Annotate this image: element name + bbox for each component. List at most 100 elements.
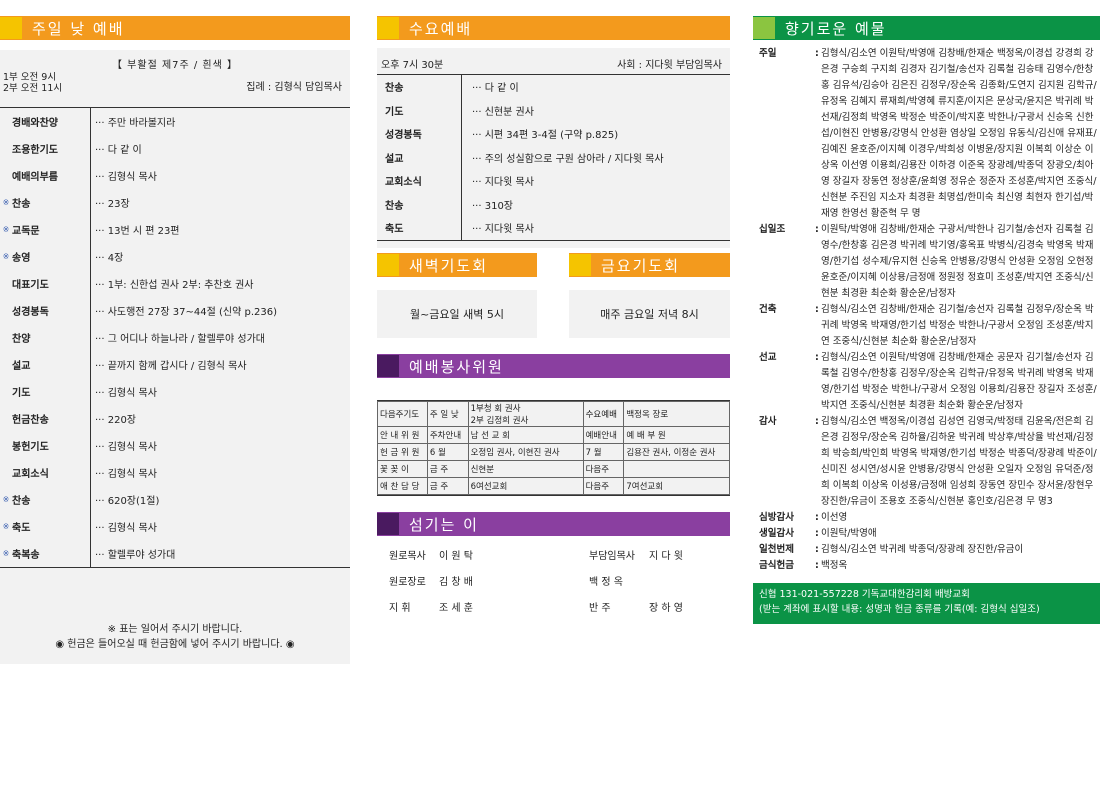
order-label: 설교 [385,153,404,165]
weekday-column: 수요예배 오후 7시 30분 사회 : 지다윗 부담임목사 찬송 ··· 다 같 … [377,0,730,614]
order-row: 설교 ··· 끝까지 함께 갑시다 / 김형식 목사 [0,351,350,378]
table-cell: 다음주기도 [377,401,428,427]
workers-list: 원로목사 이 원 탁 부담임목사 지 다 윗 원로장로 김 창 배 백 정 옥지 휘 조 세 … [377,541,730,619]
time-first: 1부 오전 9시 [3,72,57,83]
divider [90,108,91,135]
sunday-header: 주일 낮 예배 [0,16,350,40]
offering-names: 김형식/김소연 박귀례 박종덕/장광례 장진한/유금이 [821,544,1024,555]
offering-names: 이선영 [821,512,848,523]
yellow-square-icon [377,17,399,39]
worker-cell: 지 다 윗 [649,550,683,562]
divider [461,98,462,122]
table-row: 꽃 꽂 이금 주 신현분 다음주 [377,460,730,478]
order-label: 봉헌기도 [12,442,49,453]
order-label: 교독문 [12,226,40,237]
worker-cell: 부담임목사 [589,550,635,562]
offering-type: 금식헌금 [759,560,794,571]
worker-cell: 지 휘 [389,602,411,614]
list-item: 원로목사 이 원 탁 부담임목사 지 다 윗 [377,541,730,567]
order-label: 축복송 [12,550,40,561]
sunday-service-column: 주일 낮 예배 【 부활절 제7주 / 흰색 】 1부 오전 9시 2부 오전 … [0,0,350,664]
order-value: ··· 신현분 권사 [472,106,534,118]
divider [90,270,91,297]
order-row: ※ 축도 ··· 김형식 목사 [0,513,350,540]
order-row: 봉헌기도 ··· 김형식 목사 [0,432,350,459]
worker-cell: 백 정 옥 [589,576,623,588]
offering-names: 김형식/김소연 백정옥/이경섭 김성연 김영국/박정태 김윤옥/전은희 김은경 … [821,416,1097,507]
divider [90,486,91,513]
order-value: ··· 주만 바라볼지라 [95,118,176,129]
order-row: ※ 찬송 ··· 620장(1절) [0,486,350,513]
order-value: ··· 김형식 목사 [95,523,157,534]
offering-title: 향기로운 예물 [785,19,887,38]
list-item: 원로장로 김 창 배 백 정 옥 [377,567,730,593]
order-label: 찬양 [12,334,31,345]
order-row: 기도 ··· 김형식 목사 [0,378,350,405]
friday-time: 매주 금요일 저녁 8시 [600,308,699,321]
dawn-box: 월~금요일 새벽 5시 [377,290,537,338]
offering-names: 백정옥 [821,560,848,571]
order-label: 찬송 [12,496,31,507]
divider [90,243,91,270]
order-value: ··· 220장 [95,415,137,426]
table-cell: 예 배 부 원 [623,426,730,444]
order-label: 교회소식 [385,177,422,189]
list-item: 선교: 김형식/김소연 이원탁/박영애 김창배/한재순 공문자 김기철/송선자 김… [753,350,1100,414]
order-value: ··· 다 같 이 [472,83,519,95]
divider [90,432,91,459]
wednesday-host: 사회 : 지다윗 부담임목사 [617,60,722,71]
order-row: 예배의부름 ··· 김형식 목사 [0,162,350,189]
order-label: 헌금찬송 [12,415,49,426]
order-row: 성경봉독 ··· 사도행전 27장 37~44절 (신약 p.236) [0,297,350,324]
table-cell: 백정옥 장로 [623,401,730,427]
workers-title: 섬기는 이 [409,515,479,534]
wednesday-order-list: 찬송 ··· 다 같 이 기도 ··· 신현분 권사 성경봉독 ··· 시편 34편 3-… [377,74,730,241]
table-cell: 금 주 [426,460,469,478]
worker-cell: 김 창 배 [439,576,473,588]
divider [90,459,91,486]
offering-names: 김형식/김소연 김창배/한재순 김기철/송선자 김록철 김정우/장순옥 박귀례 … [821,304,1094,347]
order-label: 경배와찬양 [12,118,58,129]
list-item: 감사: 김형식/김소연 백정옥/이경섭 김성연 김영국/박정태 김윤옥/전은희 김… [753,414,1100,510]
divider [90,378,91,405]
list-item: 건축: 김형식/김소연 김창배/한재순 김기철/송선자 김록철 김정우/장순옥 박… [753,302,1100,350]
order-value: ··· 지다윗 목사 [472,224,534,236]
standing-mark-icon: ※ [2,198,10,207]
service-times: 1부 오전 9시 2부 오전 11시 [3,72,62,94]
table-cell: 김용잔 권사, 이정순 권사 [623,443,730,461]
bank-account: 신협 131-021-557228 기독교대한감리회 배방교회 [759,589,970,600]
order-value: ··· 김형식 목사 [95,469,157,480]
wednesday-box: 오후 7시 30분 사회 : 지다윗 부담임목사 찬송 ··· 다 같 이 기도 ··… [377,48,730,248]
table-cell: 안 내 위 원 [377,426,428,444]
divider [90,189,91,216]
table-cell: 신현분 [467,460,584,478]
week-label: 【 부활절 제7주 / 흰색 】 [111,60,239,71]
wednesday-info: 오후 7시 30분 사회 : 지다윗 부담임목사 [377,48,730,71]
list-item: 십일조: 이원탁/박영애 김창배/한재순 구광서/박한나 김기철/송선자 김록철 … [753,222,1100,302]
green-square-icon [753,17,775,39]
wednesday-title: 수요예배 [409,19,473,38]
dawn-time: 월~금요일 새벽 5시 [409,308,505,321]
standing-mark-icon: ※ [2,225,10,234]
service-header: 예배봉사위원 [377,354,730,378]
order-value: ··· 다 같 이 [95,145,142,156]
worker-cell: 원로장로 [389,576,426,588]
order-row: ※ 축복송 ··· 할렐루야 성가대 [0,540,350,567]
bank-instruction: (받는 계좌에 표시할 내용: 성명과 헌금 종류를 기록(예: 김형식 십일조… [759,604,1040,615]
table-cell: 6여선교회 [467,477,584,495]
order-row: 축도 ··· 지다윗 목사 [377,216,730,240]
table-cell: 7여선교회 [623,477,730,495]
bank-account-box: 신협 131-021-557228 기독교대한감리회 배방교회 (받는 계좌에 … [753,583,1100,624]
offering-names: 김형식/김소연 이원탁/박영애 김창배/한재순 백정옥/이경섭 강경희 강은경 … [821,48,1097,219]
dawn-title: 새벽기도회 [409,256,489,275]
table-cell: 수요예배 [582,401,625,427]
purple-square-icon [377,355,399,377]
divider [90,513,91,540]
workers-header: 섬기는 이 [377,512,730,536]
wednesday-time: 오후 7시 30분 [381,60,444,71]
divider [461,75,462,99]
order-value: ··· 시편 34편 3-4절 (구약 p.825) [472,130,619,142]
table-cell: 6 월 [426,443,469,461]
divider [461,169,462,193]
wednesday-header: 수요예배 [377,16,730,40]
